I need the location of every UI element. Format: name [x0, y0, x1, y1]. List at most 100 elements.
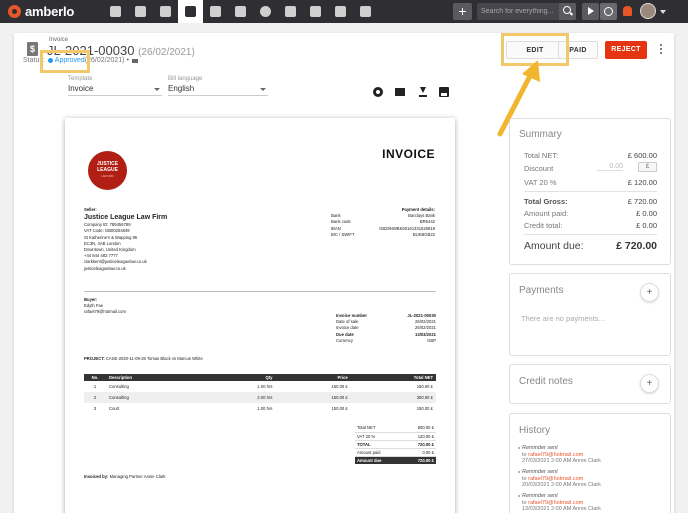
chevron-down-icon[interactable] [660, 10, 666, 14]
payment-details: Payment details: Bank Barclays Bank Bank … [331, 207, 435, 238]
history-email-link[interactable]: rafael79@hotmail.com [528, 452, 583, 458]
buyer-email: rafael79@hotmail.com [84, 309, 126, 315]
payments-card: Payments + There are no payments... [509, 273, 671, 356]
logo-text: amberlo [25, 4, 75, 19]
summary-card: Summary Total NET: £ 600.00 Discount 0.00… [509, 118, 671, 265]
folder-icon[interactable] [278, 0, 303, 23]
table-row: 1 Consulting 1.00 hrs 150.00 £150.00 £ [93, 384, 433, 389]
invoiced-by-label: Invoiced by: [84, 474, 109, 479]
table-row: 2 Consulting 2.00 hrs 150.00 £300.00 £ [84, 392, 436, 403]
divider [84, 291, 436, 292]
bank-icon[interactable] [203, 0, 228, 23]
dashboard-icon[interactable] [103, 0, 128, 23]
totals-row: Amount due 720.00 £ [355, 456, 436, 464]
logo-subtext: LAW FIRM [101, 175, 114, 178]
project-label: PROJECT: [84, 356, 105, 361]
history-email-link[interactable]: rafael79@hotmail.com [528, 476, 583, 482]
totals-row: Amount paid 0.00 £ [355, 448, 436, 457]
divider [524, 234, 657, 235]
language-select[interactable]: Bill language English [168, 76, 268, 96]
nav-icons [103, 0, 378, 23]
template-select[interactable]: Template Invoice [68, 76, 162, 96]
payments-title: Payments [519, 285, 564, 296]
matters-icon[interactable] [153, 0, 178, 23]
totals-row: VAT 20 % 120.00 £ [355, 432, 436, 441]
history-item: Reminder sent to rafael79@hotmail.com 20… [518, 469, 601, 489]
app-logo[interactable]: amberlo [8, 4, 74, 19]
table-header-row: No. Description Qty Price Total NET [84, 374, 436, 381]
buyer-block: Buyer: Edyth Fae rafael79@hotmail.com [84, 297, 126, 316]
email-icon[interactable] [395, 88, 405, 96]
add-credit-note-button[interactable]: + [640, 374, 659, 393]
seller-block: Seller: Justice League Law Firm Company … [84, 207, 167, 272]
mail-icon[interactable] [131, 58, 138, 63]
project-line: PROJECT: CASE-2020-11-09-26 Tomas Black … [84, 356, 203, 362]
totals-table: Total NET 600.00 £ VAT 20 % 120.00 £ TOTAL… [355, 424, 436, 464]
history-icon[interactable] [253, 0, 278, 23]
amount-due-row: Amount due: £ 720.00 [524, 240, 657, 252]
invoices-icon[interactable] [178, 0, 203, 23]
credit-notes-card: Credit notes + [509, 364, 671, 404]
add-button[interactable]: + [453, 3, 472, 20]
invoice-meta: Invoice number JL-2021-00030 Date of sale… [336, 313, 436, 344]
firm-logo: JUSTICE LEAGUE LAW FIRM [88, 151, 127, 190]
discount-unit-select[interactable]: £ [638, 162, 657, 172]
payment-row: BIC / SWIFT BUKBGB22 [331, 231, 435, 237]
invoiced-by-value: Managing Partner Annie Clark [109, 474, 166, 479]
status-highlight [40, 50, 90, 73]
logo-icon [8, 5, 21, 18]
status-separator: • [126, 57, 129, 64]
history-card: History Reminder sent to rafael79@hotmai… [509, 413, 671, 513]
chart-icon[interactable] [228, 0, 253, 23]
gear-icon[interactable] [373, 87, 383, 97]
search-icon[interactable] [559, 3, 576, 20]
invoice-date: (26/02/2021) [138, 47, 195, 58]
payments-empty-text: There are no payments... [521, 314, 605, 323]
search-input[interactable] [481, 5, 553, 18]
discount-input[interactable]: 0.00 [597, 163, 623, 171]
project-value: CASE-2020-11-09-26 Tomas Black vs Marcus… [105, 356, 203, 361]
invoice-preview: INVOICE JUSTICE LEAGUE LAW FIRM Seller: … [65, 118, 455, 513]
history-item: Reminder sent to rafael79@hotmail.com 13… [518, 493, 601, 513]
document-icon[interactable] [303, 0, 328, 23]
print-icon[interactable] [439, 87, 449, 97]
status-date: (26/02/2021) [84, 57, 125, 64]
language-value[interactable]: English [168, 82, 268, 96]
invoice-icon: $ [27, 42, 38, 56]
edit-icon[interactable] [328, 0, 353, 23]
summary-row: Total Gross: £ 720.00 [524, 197, 657, 206]
summary-row: Credit total: £ 0.00 [524, 221, 657, 230]
global-search [477, 3, 576, 20]
reject-button[interactable]: REJECT [605, 41, 647, 59]
seller-name: Justice League Law Firm [84, 214, 168, 222]
download-icon[interactable] [418, 87, 428, 97]
notification-icon[interactable] [623, 6, 632, 16]
history-title: History [519, 425, 551, 436]
summary-row: VAT 20 % £ 120.00 [524, 178, 657, 187]
history-item: Reminder sent to rafael79@hotmail.com 27… [518, 445, 601, 465]
more-options-icon[interactable] [660, 44, 663, 57]
calendar-icon[interactable] [353, 0, 378, 23]
logo-text: JUSTICE LEAGUE [96, 161, 119, 173]
discount-row: Discount 0.00 £ [524, 162, 657, 173]
credit-notes-title: Credit notes [519, 376, 573, 387]
add-payment-button[interactable]: + [640, 283, 659, 302]
seller-line: justiceleaguelaw.co.uk [84, 265, 126, 271]
avatar[interactable] [640, 3, 656, 19]
totals-row: Total NET 600.00 £ [355, 424, 436, 433]
play-icon[interactable] [582, 3, 599, 20]
totals-row: TOTAL 720.00 £ [355, 440, 436, 449]
divider [524, 191, 657, 192]
summary-title: Summary [519, 129, 562, 140]
top-navbar: amberlo + [0, 0, 688, 23]
invoiced-by: Invoiced by: Managing Partner Annie Clar… [84, 474, 165, 480]
template-value[interactable]: Invoice [68, 82, 162, 96]
summary-row: Amount paid: £ 0.00 [524, 209, 657, 218]
invoice-heading: INVOICE [382, 147, 435, 161]
summary-row: Total NET: £ 600.00 [524, 151, 657, 160]
history-email-link[interactable]: rafael79@hotmail.com [528, 500, 583, 506]
timer-icon[interactable] [600, 3, 617, 20]
clients-icon[interactable] [128, 0, 153, 23]
table-row: 3 Court 1.00 hrs 150.00 £150.00 £ [93, 406, 433, 411]
meta-row: Currency GBP [336, 337, 436, 343]
